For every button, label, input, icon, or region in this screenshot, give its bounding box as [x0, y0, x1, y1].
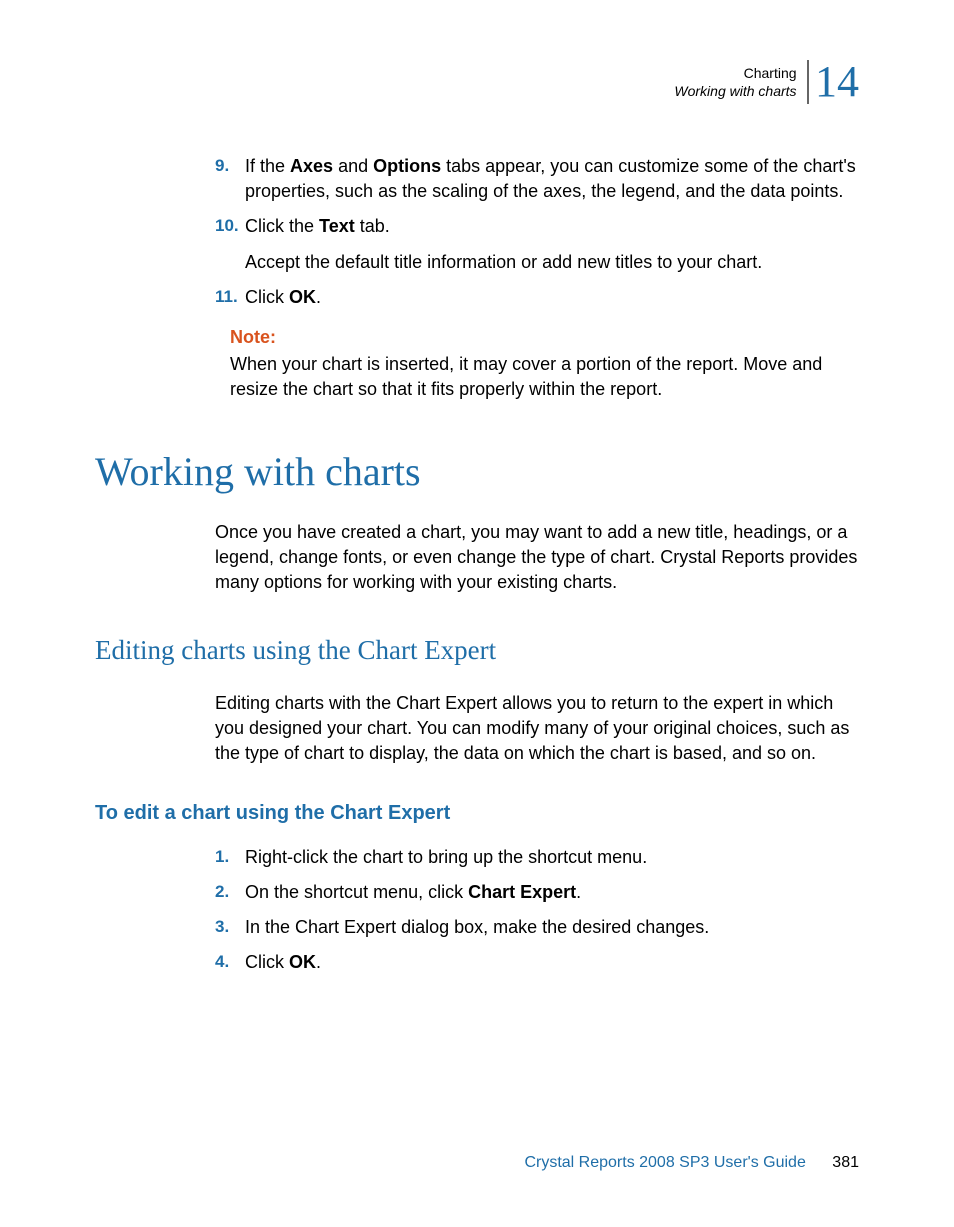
- step-text: Right-click the chart to bring up the sh…: [245, 847, 647, 867]
- edit-step-3: 3. In the Chart Expert dialog box, make …: [215, 915, 859, 940]
- subsection-intro-paragraph: Editing charts with the Chart Expert all…: [215, 691, 859, 767]
- edit-step-1: 1. Right-click the chart to bring up the…: [215, 845, 859, 870]
- note-text: When your chart is inserted, it may cove…: [230, 354, 822, 399]
- note-label: Note:: [230, 325, 859, 350]
- top-steps-block: 9. If the Axes and Options tabs appear, …: [215, 154, 859, 403]
- step-number: 4.: [215, 950, 229, 974]
- subsection-heading-h2: Editing charts using the Chart Expert: [95, 635, 859, 666]
- step-10: 10. Click the Text tab. Accept the defau…: [215, 214, 859, 274]
- document-page: Charting Working with charts 14 9. If th…: [0, 0, 954, 1227]
- step-number: 10.: [215, 214, 239, 238]
- page-header: Charting Working with charts 14: [95, 60, 859, 104]
- edit-step-2: 2. On the shortcut menu, click Chart Exp…: [215, 880, 859, 905]
- step-text: If the Axes and Options tabs appear, you…: [245, 156, 856, 201]
- page-footer: Crystal Reports 2008 SP3 User's Guide 38…: [524, 1154, 859, 1172]
- step-number: 3.: [215, 915, 229, 939]
- step-text: On the shortcut menu, click Chart Expert…: [245, 882, 581, 902]
- step-number: 2.: [215, 880, 229, 904]
- procedure-heading-h3: To edit a chart using the Chart Expert: [95, 802, 859, 825]
- step-number: 1.: [215, 845, 229, 869]
- numbered-list-top: 9. If the Axes and Options tabs appear, …: [215, 154, 859, 310]
- header-text-block: Charting Working with charts: [674, 64, 796, 100]
- step-number: 9.: [215, 154, 229, 178]
- step-11: 11. Click OK.: [215, 285, 859, 310]
- step-subtext: Accept the default title information or …: [245, 250, 859, 275]
- edit-steps-block: 1. Right-click the chart to bring up the…: [215, 845, 859, 976]
- header-section-label: Working with charts: [674, 82, 796, 100]
- edit-step-4: 4. Click OK.: [215, 950, 859, 975]
- header-chapter-label: Charting: [674, 64, 796, 82]
- footer-page-number: 381: [832, 1154, 859, 1171]
- note-block: Note: When your chart is inserted, it ma…: [230, 325, 859, 403]
- step-number: 11.: [215, 285, 238, 309]
- step-text: In the Chart Expert dialog box, make the…: [245, 917, 709, 937]
- step-text: Click OK.: [245, 952, 321, 972]
- section-heading-h1: Working with charts: [95, 448, 859, 495]
- step-text: Click OK.: [245, 287, 321, 307]
- chapter-number: 14: [807, 60, 859, 104]
- numbered-list-edit: 1. Right-click the chart to bring up the…: [215, 845, 859, 976]
- step-9: 9. If the Axes and Options tabs appear, …: [215, 154, 859, 204]
- footer-guide-name: Crystal Reports 2008 SP3 User's Guide: [524, 1154, 805, 1171]
- section-intro-paragraph: Once you have created a chart, you may w…: [215, 520, 859, 596]
- step-text: Click the Text tab.: [245, 216, 390, 236]
